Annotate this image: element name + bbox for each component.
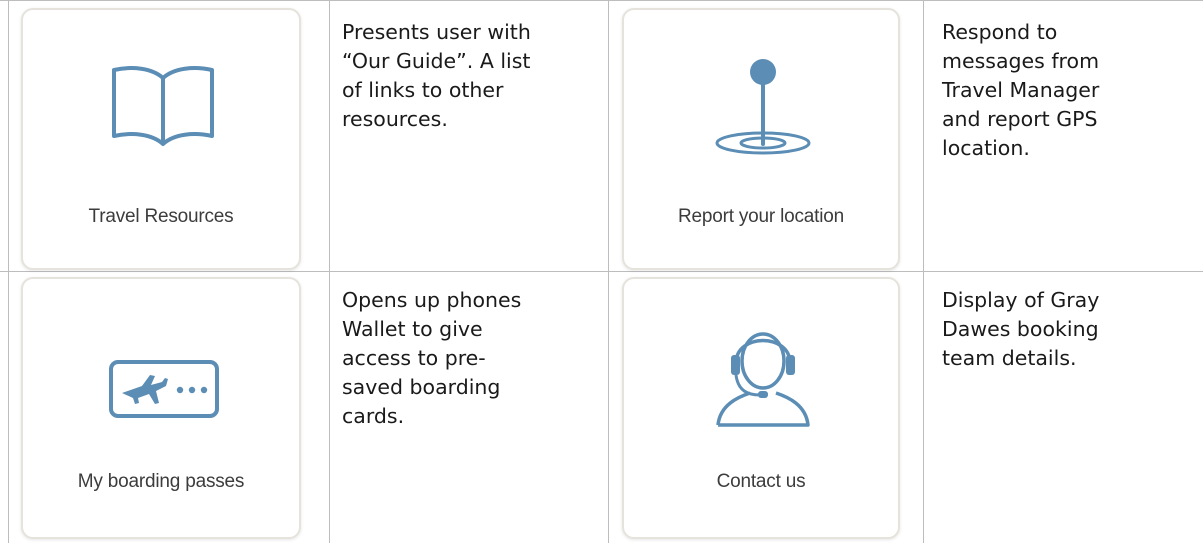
report-location-description: Respond to messages from Travel Manager … <box>942 20 1100 160</box>
headset-agent-icon <box>716 332 810 427</box>
table-col-divider-4 <box>923 0 924 543</box>
card-label: Travel Resources <box>88 206 234 227</box>
card-label: Contact us <box>716 471 806 492</box>
contact-us-description: Display of Gray Dawes booking team detai… <box>942 288 1100 370</box>
table-border-top <box>0 0 1203 1</box>
table-col-divider-3 <box>608 0 609 543</box>
table-col-divider-2 <box>329 0 330 543</box>
contact-us-card[interactable]: Contact us <box>622 277 900 539</box>
feature-table: Travel Resources Presents user with “Our… <box>0 0 1203 543</box>
table-col-divider-1 <box>8 0 9 543</box>
travel-resources-description: Presents user with “Our Guide”. A list o… <box>342 20 531 131</box>
report-location-card[interactable]: Report your location <box>622 8 900 270</box>
travel-resources-card[interactable]: Travel Resources <box>21 8 301 270</box>
table-row-divider <box>0 271 1203 272</box>
boarding-passes-description: Opens up phones Wallet to give access to… <box>342 288 522 428</box>
open-book-icon <box>112 66 214 146</box>
card-label: My boarding passes <box>77 471 245 492</box>
boarding-passes-card[interactable]: My boarding passes <box>21 277 301 539</box>
card-label: Report your location <box>677 206 845 227</box>
boarding-pass-icon <box>109 360 219 418</box>
map-pin-icon <box>715 59 811 155</box>
